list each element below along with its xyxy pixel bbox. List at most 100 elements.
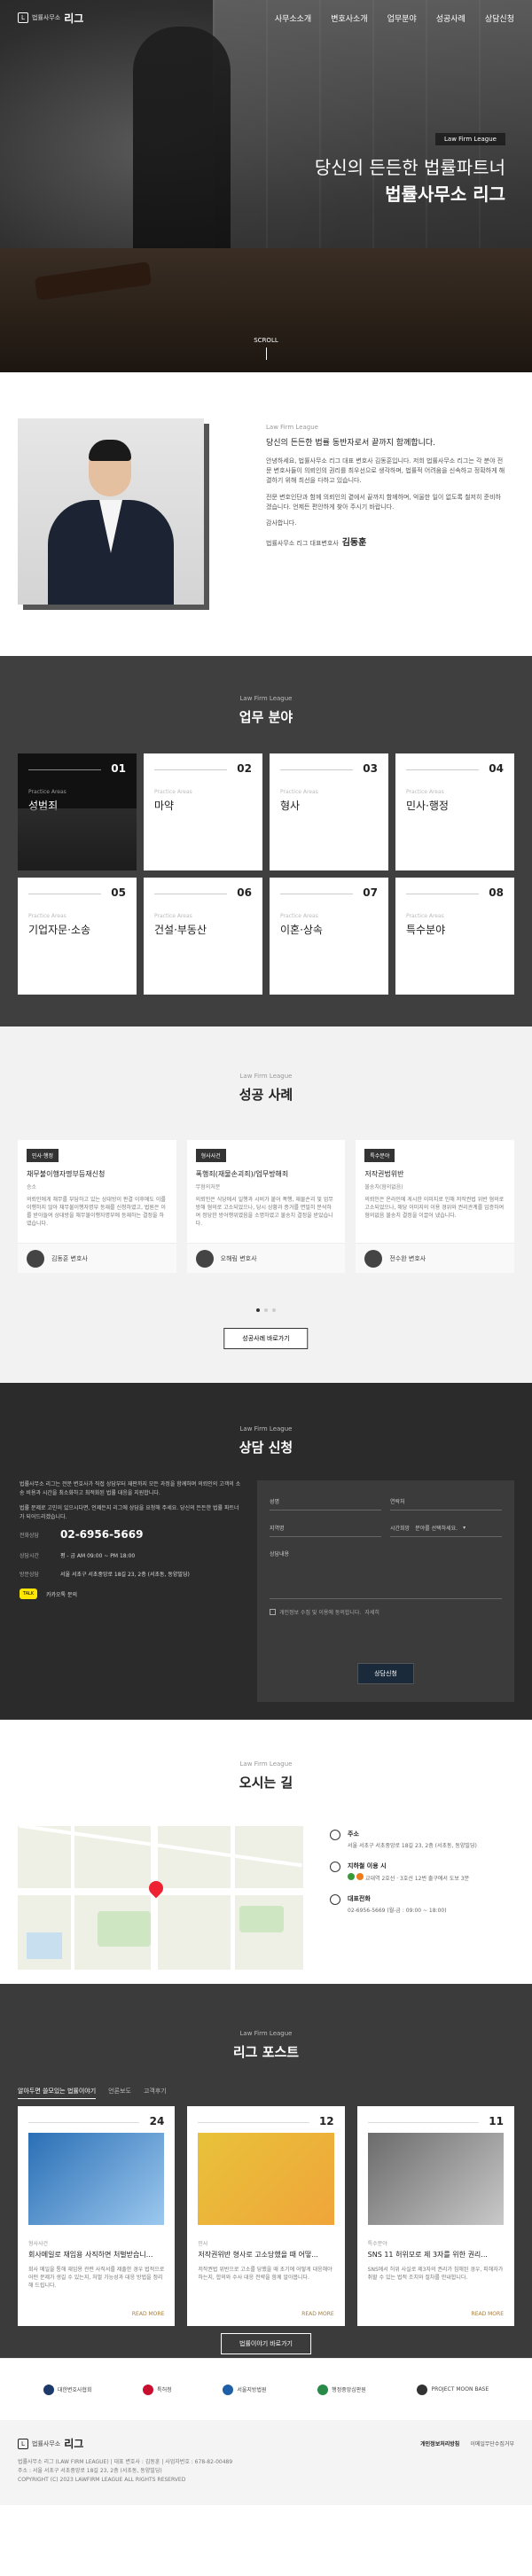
phone-number[interactable]: 02-6956-5669 xyxy=(60,1528,143,1541)
tab-legal-stories[interactable]: 알아두면 쓸모있는 법률이야기 xyxy=(18,2087,97,2099)
post-desc: SNS에서 허위 사실로 제3자의 권리가 침해된 경우, 피해자가 취할 수 … xyxy=(367,2267,504,2281)
partner-logo[interactable]: 서울지방법원 xyxy=(223,2384,267,2395)
agree-detail-link[interactable]: 자세히 xyxy=(364,1608,379,1616)
hero-text: Law Firm League 당신의 든든한 법률파트너 법률사무소 리그 xyxy=(315,133,505,207)
practice-card[interactable]: 03 Practice Areas 형사 xyxy=(270,753,388,870)
partner-logo[interactable]: 특허청 xyxy=(143,2384,172,2395)
post-desc: 회사 메일을 통해 재임용 관련 사직서를 제출한 경우 법적으로 어떤 문제가… xyxy=(28,2267,165,2289)
practice-card[interactable]: 05 Practice Areas 기업자문·소송 xyxy=(18,878,137,995)
partner-name: 서울지방법원 xyxy=(237,2387,267,2393)
site-footer: L 법률사무소 리그 법률사무소 리그 (LAW FIRM LEAGUE) | … xyxy=(0,2420,532,2505)
blog-title: 리그 포스트 xyxy=(232,2044,300,2060)
post-card[interactable]: 11 특수분야 SNS 11 허위모로 제 3자를 위한 권리... SNS에서… xyxy=(356,2106,514,2326)
card-number: 04 xyxy=(489,762,504,775)
blog-section: Law Firm League 리그 포스트 알아두면 쓸모있는 법률이야기 언… xyxy=(0,1984,532,2358)
case-footer: 오해림 변호사 xyxy=(186,1243,346,1273)
kakao-row[interactable]: TALK 카카오톡 문의 xyxy=(20,1589,241,1600)
card-en: Practice Areas xyxy=(406,789,444,795)
case-result: 무혐의처분 xyxy=(195,1184,221,1190)
partner-icon xyxy=(143,2384,154,2395)
post-card[interactable]: 12 민사 저작권위반 형사로 고소당했을 때 어떻... 저작권법 위반으로 … xyxy=(187,2106,345,2326)
practice-card[interactable]: 08 Practice Areas 특수분야 xyxy=(395,878,514,995)
partner-name: 행정중앙심판원 xyxy=(332,2387,366,2393)
location-info: 주소 서울 서초구 서초중앙로 18길 23, 2층 (서초동, 동양빌딩) 지하… xyxy=(330,1830,525,1926)
case-card[interactable]: 특수분야 저작권법위반 불송치(혐의없음) 의뢰인은 온라인에 게시한 이미지로… xyxy=(356,1140,514,1273)
card-label: 특수분야 xyxy=(406,924,446,936)
case-card[interactable]: 형사사건 폭행죄(재물손괴죄)/업무방해죄 무혐의처분 의뢰인은 식당에서 일행… xyxy=(186,1140,346,1273)
tab-reviews[interactable]: 고객후기 xyxy=(144,2087,167,2099)
card-line xyxy=(28,769,101,770)
hours-label: 상담시간 xyxy=(20,1553,40,1560)
submit-button[interactable]: 상담신청 xyxy=(357,1663,414,1684)
post-line xyxy=(367,2122,479,2123)
card-line xyxy=(280,769,353,770)
card-number: 01 xyxy=(111,762,126,775)
scroll-indicator[interactable]: SCROLL xyxy=(0,337,532,360)
name-field[interactable]: 성명 xyxy=(270,1493,381,1510)
post-title: 저작권위반 형사로 고소당했을 때 어떻... xyxy=(198,2251,318,2259)
blog-more-button[interactable]: 법률이야기 바로가기 xyxy=(221,2333,311,2354)
practice-card[interactable]: 06 Practice Areas 건설·부동산 xyxy=(144,878,262,995)
practice-card[interactable]: 01 Practice Areas 성범죄 xyxy=(18,753,137,870)
read-more-link[interactable]: READ MORE xyxy=(132,2311,164,2317)
case-card[interactable]: 민사·행정 채무불이행자명부등재신청 승소 의뢰인에게 채무를 부담하고 있는 … xyxy=(18,1140,176,1273)
cases-more-button[interactable]: 성공사례 바로가기 xyxy=(223,1328,309,1349)
phone-label: 전화상담 xyxy=(20,1532,40,1539)
site-logo[interactable]: L 법률사무소 리그 xyxy=(18,11,83,26)
nav-item-lawyers[interactable]: 변호사소개 xyxy=(331,12,367,24)
hero-title-line2: 법률사무소 리그 xyxy=(385,183,505,205)
card-en: Practice Areas xyxy=(406,913,444,919)
practice-grid: 01 Practice Areas 성범죄 02 Practice Areas 마약 0… xyxy=(18,753,514,995)
case-footer: 전수완 변호사 xyxy=(356,1243,514,1273)
agree-checkbox[interactable] xyxy=(270,1609,276,1615)
photo-hair xyxy=(89,440,131,461)
post-number: 12 xyxy=(318,2115,334,2127)
post-image xyxy=(198,2133,334,2225)
email-policy-link[interactable]: 이메일무단수집거부 xyxy=(470,2439,514,2447)
kakao-label: 카카오톡 문의 xyxy=(46,1591,78,1598)
read-more-link[interactable]: READ MORE xyxy=(301,2311,333,2317)
content-textarea[interactable]: 상담내용 xyxy=(270,1546,502,1599)
greeting-paragraph-2: 전문 변호인단과 함께 의뢰인의 곁에서 끝까지 함께하며, 억울한 일이 없도… xyxy=(266,493,501,511)
region-field[interactable]: 지역명 xyxy=(270,1519,381,1537)
tab-press[interactable]: 언론보도 xyxy=(108,2087,131,2099)
footer-line: 법률사무소 리그 (LAW FIRM LEAGUE) | 대표 변호사 : 김동… xyxy=(18,2459,233,2465)
consult-paragraph-1: 법률사무소 리그는 전문 변호사가 직접 상담부터 재판까지 모든 과정을 함께… xyxy=(20,1481,241,1496)
hero-tag: Law Firm League xyxy=(435,133,505,145)
agree-label: 개인정보 수집 및 이용에 동의합니다. xyxy=(279,1610,362,1616)
map-view[interactable] xyxy=(18,1826,303,1970)
partner-name: PROJECT MOON BASE xyxy=(431,2386,489,2393)
partner-icon xyxy=(417,2384,428,2395)
post-card[interactable]: 24 형사사건 회사메일로 재임용 사직하면 처벌받습니... 회사 메일을 통… xyxy=(18,2106,176,2326)
practice-card[interactable]: 02 Practice Areas 마약 xyxy=(144,753,262,870)
partner-logo[interactable]: 행정중앙심판원 xyxy=(317,2384,366,2395)
partner-name: 대한변호사협회 xyxy=(57,2387,92,2393)
pagination-dot[interactable] xyxy=(272,1308,276,1312)
case-lawyer: 오해림 변호사 xyxy=(220,1254,257,1262)
pagination-dot[interactable] xyxy=(264,1308,268,1312)
lawyer-photo xyxy=(18,418,204,605)
nav-item-practice[interactable]: 업무분야 xyxy=(387,12,417,24)
partner-logo[interactable]: 대한변호사협회 xyxy=(43,2384,92,2395)
read-more-link[interactable]: READ MORE xyxy=(472,2311,504,2317)
category-select[interactable]: 시간희망 분야를 선택하세요. ▾ xyxy=(390,1519,502,1537)
practice-card[interactable]: 04 Practice Areas 민사·행정 xyxy=(395,753,514,870)
card-number: 07 xyxy=(363,886,378,899)
practice-card[interactable]: 07 Practice Areas 이혼·상속 xyxy=(270,878,388,995)
post-category: 민사 xyxy=(198,2241,208,2247)
map-water xyxy=(27,1932,62,1959)
map-road xyxy=(151,1826,158,1970)
privacy-policy-link[interactable]: 개인정보처리방침 xyxy=(420,2439,459,2447)
nav-item-about[interactable]: 사무소소개 xyxy=(275,12,311,24)
contact-field[interactable]: 연락처 xyxy=(390,1493,502,1510)
main-nav: 사무소소개 변호사소개 업무분야 성공사례 상담신청 xyxy=(275,12,514,24)
scroll-line xyxy=(265,347,267,360)
address-text: 서울 서초구 서초중앙로 18길 23, 2층 (서초동, 동양빌딩) xyxy=(348,1843,477,1849)
card-en: Practice Areas xyxy=(154,789,192,795)
partner-logo[interactable]: PROJECT MOON BASE xyxy=(417,2384,489,2395)
pagination-dot[interactable] xyxy=(256,1308,260,1312)
nav-item-consult[interactable]: 상담신청 xyxy=(485,12,514,24)
nav-item-cases[interactable]: 성공사례 xyxy=(436,12,466,24)
map-park xyxy=(98,1911,151,1947)
map-park xyxy=(239,1906,284,1932)
